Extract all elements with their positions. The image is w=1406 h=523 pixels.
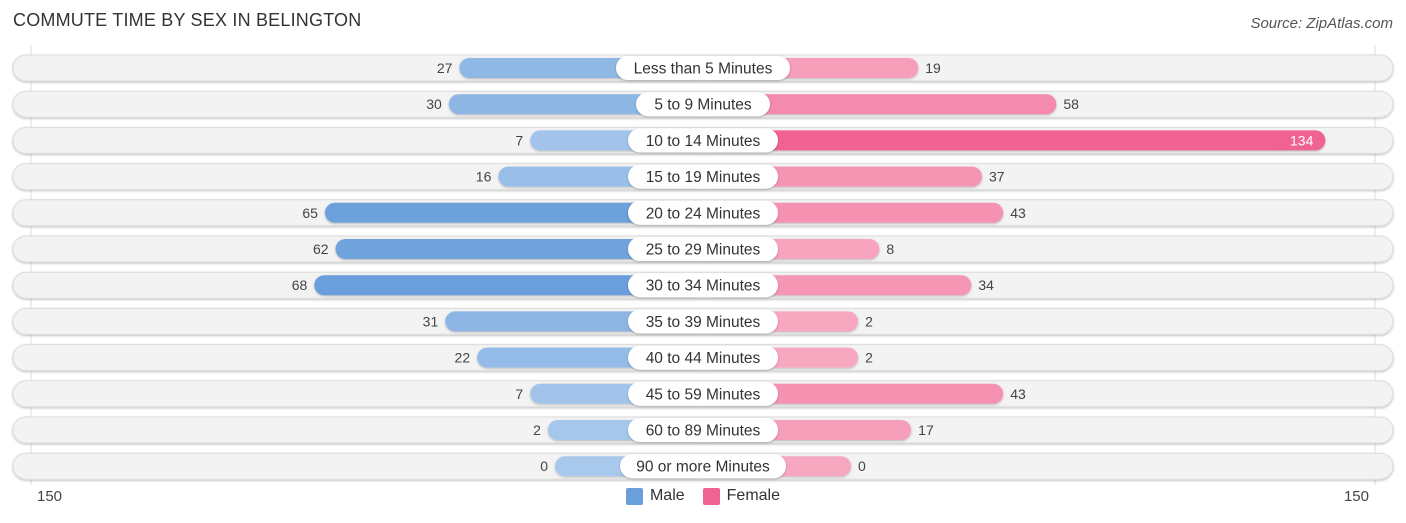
value-label-male: 7 [515, 132, 523, 148]
value-label-male: 31 [423, 313, 439, 329]
category-label: 25 to 29 Minutes [646, 242, 761, 259]
legend-item-female[interactable]: Female [702, 487, 781, 505]
value-label-female: 0 [858, 458, 866, 474]
value-label-male: 2 [533, 422, 541, 438]
value-label-female: 2 [865, 350, 873, 366]
bar-row: 60 to 89 Minutes 2 17 [12, 416, 1394, 444]
bar-row: 90 or more Minutes 0 0 [12, 452, 1394, 480]
legend-label-male: Male [649, 487, 685, 504]
value-label-female: 19 [925, 60, 941, 76]
value-label-male: 27 [437, 60, 453, 76]
category-label: 20 to 24 Minutes [646, 205, 761, 222]
value-label-female: 2 [865, 313, 873, 329]
value-label-male: 22 [455, 350, 471, 366]
bar-row: 35 to 39 Minutes 31 2 [12, 307, 1394, 335]
bar-row: Less than 5 Minutes 27 19 [12, 54, 1394, 82]
value-label-male: 65 [302, 205, 318, 221]
category-label: 40 to 44 Minutes [646, 350, 761, 367]
category-label: Less than 5 Minutes [634, 61, 773, 78]
category-label: 60 to 89 Minutes [646, 423, 761, 440]
value-label-male: 0 [540, 458, 548, 474]
value-label-male: 30 [426, 96, 442, 112]
bar-row: 40 to 44 Minutes22 2 [12, 344, 1394, 372]
category-label: 15 to 19 Minutes [646, 169, 761, 186]
legend-label-female: Female [726, 487, 781, 504]
value-label-female: 43 [1010, 386, 1026, 402]
value-label-female: 8 [886, 241, 894, 257]
category-label: 30 to 34 Minutes [646, 278, 761, 295]
legend-swatch-female [702, 487, 720, 505]
bar-row: 30 to 34 Minutes 68 34 [12, 271, 1394, 299]
bar-row: 45 to 59 Minutes 7 43 [12, 380, 1394, 408]
legend: Male Female [0, 487, 1406, 505]
bar-row: 25 to 29 Minutes 62 8 [12, 235, 1394, 263]
category-label: 90 or more Minutes [636, 459, 770, 476]
bar-row: 15 to 19 Minutes 16 37 [12, 163, 1394, 191]
value-label-female: 17 [918, 422, 934, 438]
bar-female [703, 130, 1326, 151]
bar-row: 5 to 9 Minutes 30 58 [12, 90, 1394, 118]
value-label-female: 34 [978, 277, 994, 293]
value-label-male: 16 [476, 169, 492, 185]
value-label-female: 58 [1063, 96, 1079, 112]
chart-canvas: Less than 5 Minutes27 195 to 9 Minutes30 5… [12, 45, 1394, 485]
category-label: 10 to 14 Minutes [646, 133, 761, 150]
legend-item-male[interactable]: Male [625, 487, 685, 505]
category-label: 45 to 59 Minutes [646, 386, 761, 403]
category-label: 5 to 9 Minutes [654, 97, 752, 114]
value-label-male: 7 [515, 386, 523, 402]
value-label-female: 134 [1290, 132, 1314, 148]
category-label: 35 to 39 Minutes [646, 314, 761, 331]
value-label-female: 43 [1010, 205, 1026, 221]
value-label-male: 68 [292, 277, 308, 293]
value-label-female: 37 [989, 169, 1005, 185]
legend-swatch-male [625, 487, 643, 505]
bar-row: 20 to 24 Minutes 65 43 [12, 199, 1394, 227]
bar-row: 10 to 14 Minutes 7 134 [12, 126, 1394, 154]
value-label-male: 62 [313, 241, 329, 257]
